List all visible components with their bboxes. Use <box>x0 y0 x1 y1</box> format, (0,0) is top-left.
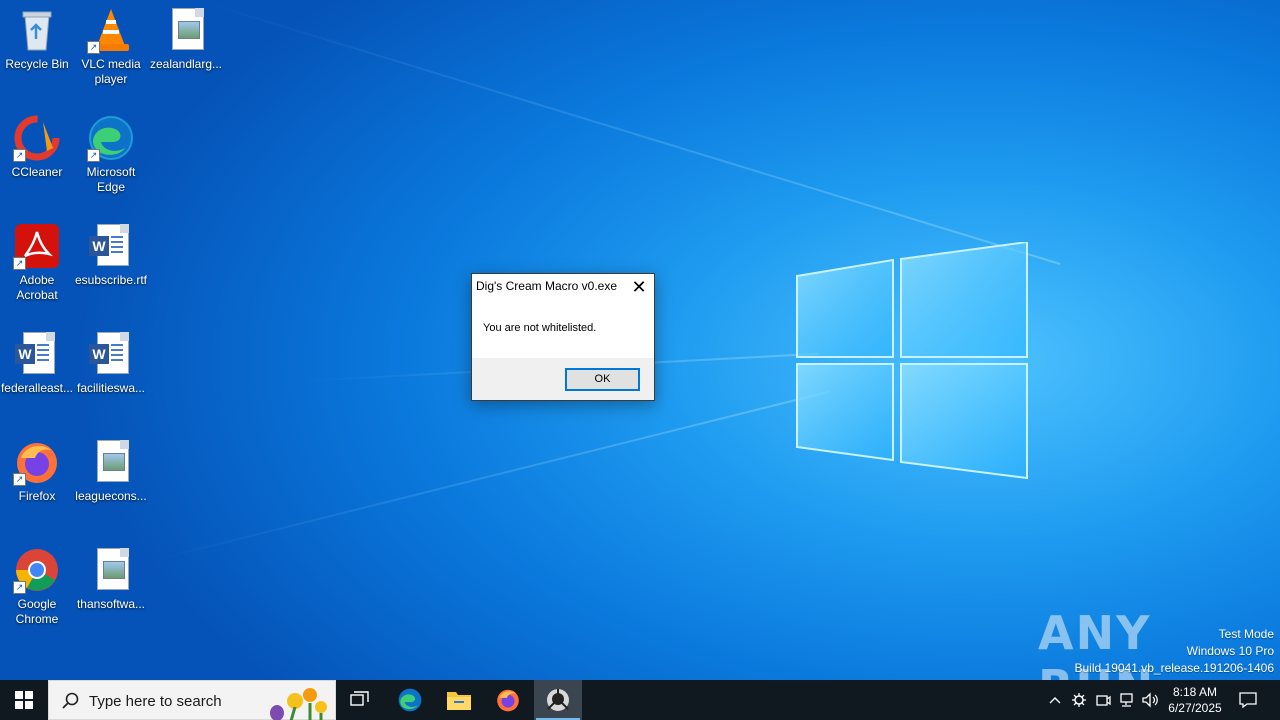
show-hidden-icons-button[interactable] <box>1044 680 1066 720</box>
icon-label: leaguecons... <box>75 489 147 503</box>
esubscribe-desktop-icon[interactable]: W esubscribe.rtf <box>74 216 148 288</box>
camera-icon <box>1096 695 1111 706</box>
shortcut-arrow-icon: ↗ <box>13 149 26 162</box>
icon-label: thansoftwa... <box>76 597 146 611</box>
macro-app-icon <box>547 689 569 711</box>
leaguecons-desktop-icon[interactable]: leaguecons... <box>74 432 148 504</box>
speaker-icon <box>1142 692 1158 708</box>
build-text: Build 19041.vb_release.191206-1406 <box>1074 661 1275 675</box>
recycle-bin-icon <box>13 6 61 54</box>
google-chrome-desktop-icon[interactable]: ↗ Google Chrome <box>0 540 74 627</box>
shortcut-arrow-icon: ↗ <box>13 581 26 594</box>
image-file-icon <box>87 438 135 486</box>
firefox-icon <box>497 689 519 712</box>
taskbar-firefox-button[interactable] <box>484 680 532 720</box>
desktop: Recycle Bin ↗ CCleaner ↗ Adobe Acrobat W… <box>0 0 1280 680</box>
taskbar: Type here to search 8:18 AM 6/27/2025 <box>0 680 1280 720</box>
notification-icon <box>1239 692 1257 708</box>
vlc-icon: ↗ <box>87 6 135 54</box>
shortcut-arrow-icon: ↗ <box>87 41 100 54</box>
tray-settings-button[interactable] <box>1068 680 1090 720</box>
shortcut-arrow-icon: ↗ <box>13 257 26 270</box>
network-icon <box>1120 693 1133 707</box>
icon-label: federalleast... <box>0 381 74 395</box>
tray-meet-now-button[interactable] <box>1092 680 1114 720</box>
system-watermark: Test Mode Windows 10 Pro Build 19041.vb_… <box>1075 626 1275 677</box>
chevron-up-icon <box>1049 697 1061 704</box>
ccleaner-icon: ↗ <box>13 114 61 162</box>
light-beam <box>150 390 830 562</box>
microsoft-edge-desktop-icon[interactable]: ↗ Microsoft Edge <box>74 108 148 195</box>
task-view-icon <box>350 691 369 706</box>
image-file-icon <box>87 546 135 594</box>
taskbar-file-explorer-button[interactable] <box>435 680 483 720</box>
taskbar-search-box[interactable]: Type here to search <box>48 680 336 720</box>
icon-label: Adobe Acrobat <box>16 273 58 302</box>
firefox-desktop-icon[interactable]: ↗ Firefox <box>0 432 74 504</box>
ccleaner-desktop-icon[interactable]: ↗ CCleaner <box>0 108 74 180</box>
chrome-icon: ↗ <box>13 546 61 594</box>
icon-label: Google Chrome <box>15 597 59 626</box>
vlc-desktop-icon[interactable]: ↗ VLC media player <box>74 0 148 87</box>
edge-icon: ↗ <box>87 114 135 162</box>
taskbar-clock[interactable]: 8:18 AM 6/27/2025 <box>1160 684 1230 716</box>
word-document-icon: W <box>87 330 135 378</box>
task-view-button[interactable] <box>336 680 384 720</box>
word-document-icon: W <box>87 222 135 270</box>
taskbar-macro-app-button[interactable] <box>534 680 582 720</box>
zealandlarg-desktop-icon[interactable]: zealandlarg... <box>149 0 223 72</box>
light-beam <box>199 0 1061 266</box>
test-mode-text: Test Mode <box>1218 627 1274 641</box>
gear-icon <box>1072 693 1086 707</box>
clock-date: 6/27/2025 <box>1168 701 1222 715</box>
shortcut-arrow-icon: ↗ <box>87 149 100 162</box>
close-icon[interactable]: ✕ <box>628 276 650 298</box>
adobe-acrobat-icon: ↗ <box>13 222 61 270</box>
ok-button[interactable]: OK <box>565 368 640 391</box>
search-icon <box>62 692 79 709</box>
message-dialog: Dig's Cream Macro v0.exe ✕ You are not w… <box>471 273 655 401</box>
recycle-bin-desktop-icon[interactable]: Recycle Bin <box>0 0 74 72</box>
windows-edition-text: Windows 10 Pro <box>1186 644 1274 658</box>
taskbar-edge-button[interactable] <box>386 680 434 720</box>
windows-start-icon <box>15 691 33 709</box>
icon-label: Firefox <box>18 489 56 503</box>
shortcut-arrow-icon: ↗ <box>13 473 26 486</box>
dialog-title: Dig's Cream Macro v0.exe <box>476 279 617 293</box>
thansoftwa-desktop-icon[interactable]: thansoftwa... <box>74 540 148 612</box>
word-document-icon: W <box>13 330 61 378</box>
search-placeholder: Type here to search <box>89 693 222 710</box>
dialog-message: You are not whitelisted. <box>483 322 597 334</box>
icon-label: Recycle Bin <box>5 57 69 71</box>
firefox-icon: ↗ <box>13 438 61 486</box>
icon-label: facilitieswa... <box>76 381 146 395</box>
tray-volume-button[interactable] <box>1140 680 1162 720</box>
dialog-footer: OK <box>472 358 654 400</box>
windows-logo <box>796 242 1028 480</box>
action-center-button[interactable] <box>1232 680 1264 720</box>
icon-label: zealandlarg... <box>149 57 223 71</box>
image-file-icon <box>162 6 210 54</box>
adobe-acrobat-desktop-icon[interactable]: ↗ Adobe Acrobat <box>0 216 74 303</box>
icon-label: VLC media player <box>81 57 141 86</box>
icon-label: CCleaner <box>11 165 63 179</box>
edge-icon <box>398 688 422 712</box>
icon-label: Microsoft Edge <box>86 165 136 194</box>
clock-time: 8:18 AM <box>1172 685 1218 699</box>
facilitieswa-desktop-icon[interactable]: W facilitieswa... <box>74 324 148 396</box>
search-highlight-flowers-icon <box>270 688 327 720</box>
folder-icon <box>447 692 471 710</box>
start-button[interactable] <box>0 680 48 720</box>
icon-label: esubscribe.rtf <box>74 273 148 287</box>
tray-network-button[interactable] <box>1116 680 1138 720</box>
federalleast-desktop-icon[interactable]: W federalleast... <box>0 324 74 396</box>
